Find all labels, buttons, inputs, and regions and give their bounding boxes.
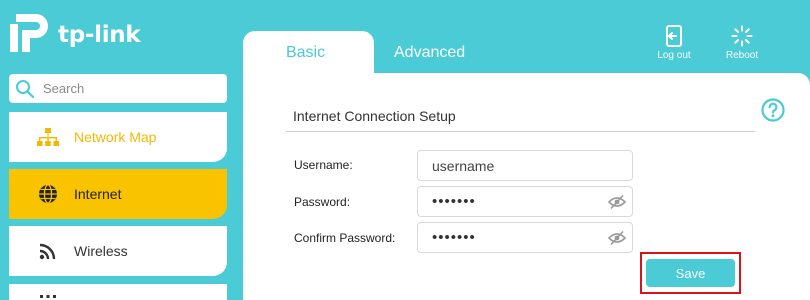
tab-basic[interactable]: Basic [243,31,374,75]
reboot-label: Reboot [725,50,759,61]
brand-name: tp-link [58,22,141,48]
confirm-password-value: ••••••• [432,229,476,246]
password-value: ••••••• [432,193,476,210]
password-label: Password: [294,195,351,209]
username-label: Username: [294,158,353,172]
sidebar-item-network-map[interactable]: Network Map [9,112,227,162]
network-map-icon [36,125,60,149]
tp-link-logo-mark-icon [10,14,48,52]
hide-confirm-password-icon[interactable] [608,230,626,246]
save-button[interactable]: Save [646,259,735,287]
search-input[interactable] [43,81,213,96]
confirm-password-label: Confirm Password: [294,231,396,245]
tab-basic-label: Basic [285,44,326,61]
sidebar-item-wireless[interactable]: Wireless [9,226,227,276]
section-title: Internet Connection Setup [293,108,456,124]
section-divider [286,131,755,132]
more-icon [36,282,60,300]
search-icon [16,79,35,98]
reboot-button[interactable]: Reboot [716,24,768,61]
wifi-icon [36,239,60,263]
content-panel: Internet Connection Setup Username: user… [243,73,810,300]
username-value: username [432,157,495,174]
sidebar-item-label: Wireless [74,243,128,259]
tab-advanced[interactable]: Advanced [394,31,486,75]
tp-link-logo: tp-link [8,10,148,58]
username-field[interactable]: username [417,150,633,181]
sidebar-item-internet[interactable]: Internet [9,169,227,219]
help-icon[interactable] [761,98,785,122]
logout-icon [666,25,682,47]
reboot-icon [731,25,753,47]
tab-advanced-label: Advanced [394,44,466,61]
sidebar-item-label: Network Map [74,129,157,145]
logout-button[interactable]: Log out [648,24,700,61]
search-box[interactable] [9,74,227,103]
sidebar-item-more[interactable] [9,284,227,300]
hide-password-icon[interactable] [608,194,626,210]
sidebar-item-label: Internet [74,186,122,202]
globe-icon [36,182,60,206]
confirm-password-field[interactable]: ••••••• [417,222,633,253]
logout-label: Log out [657,50,691,61]
password-field[interactable]: ••••••• [417,186,633,217]
